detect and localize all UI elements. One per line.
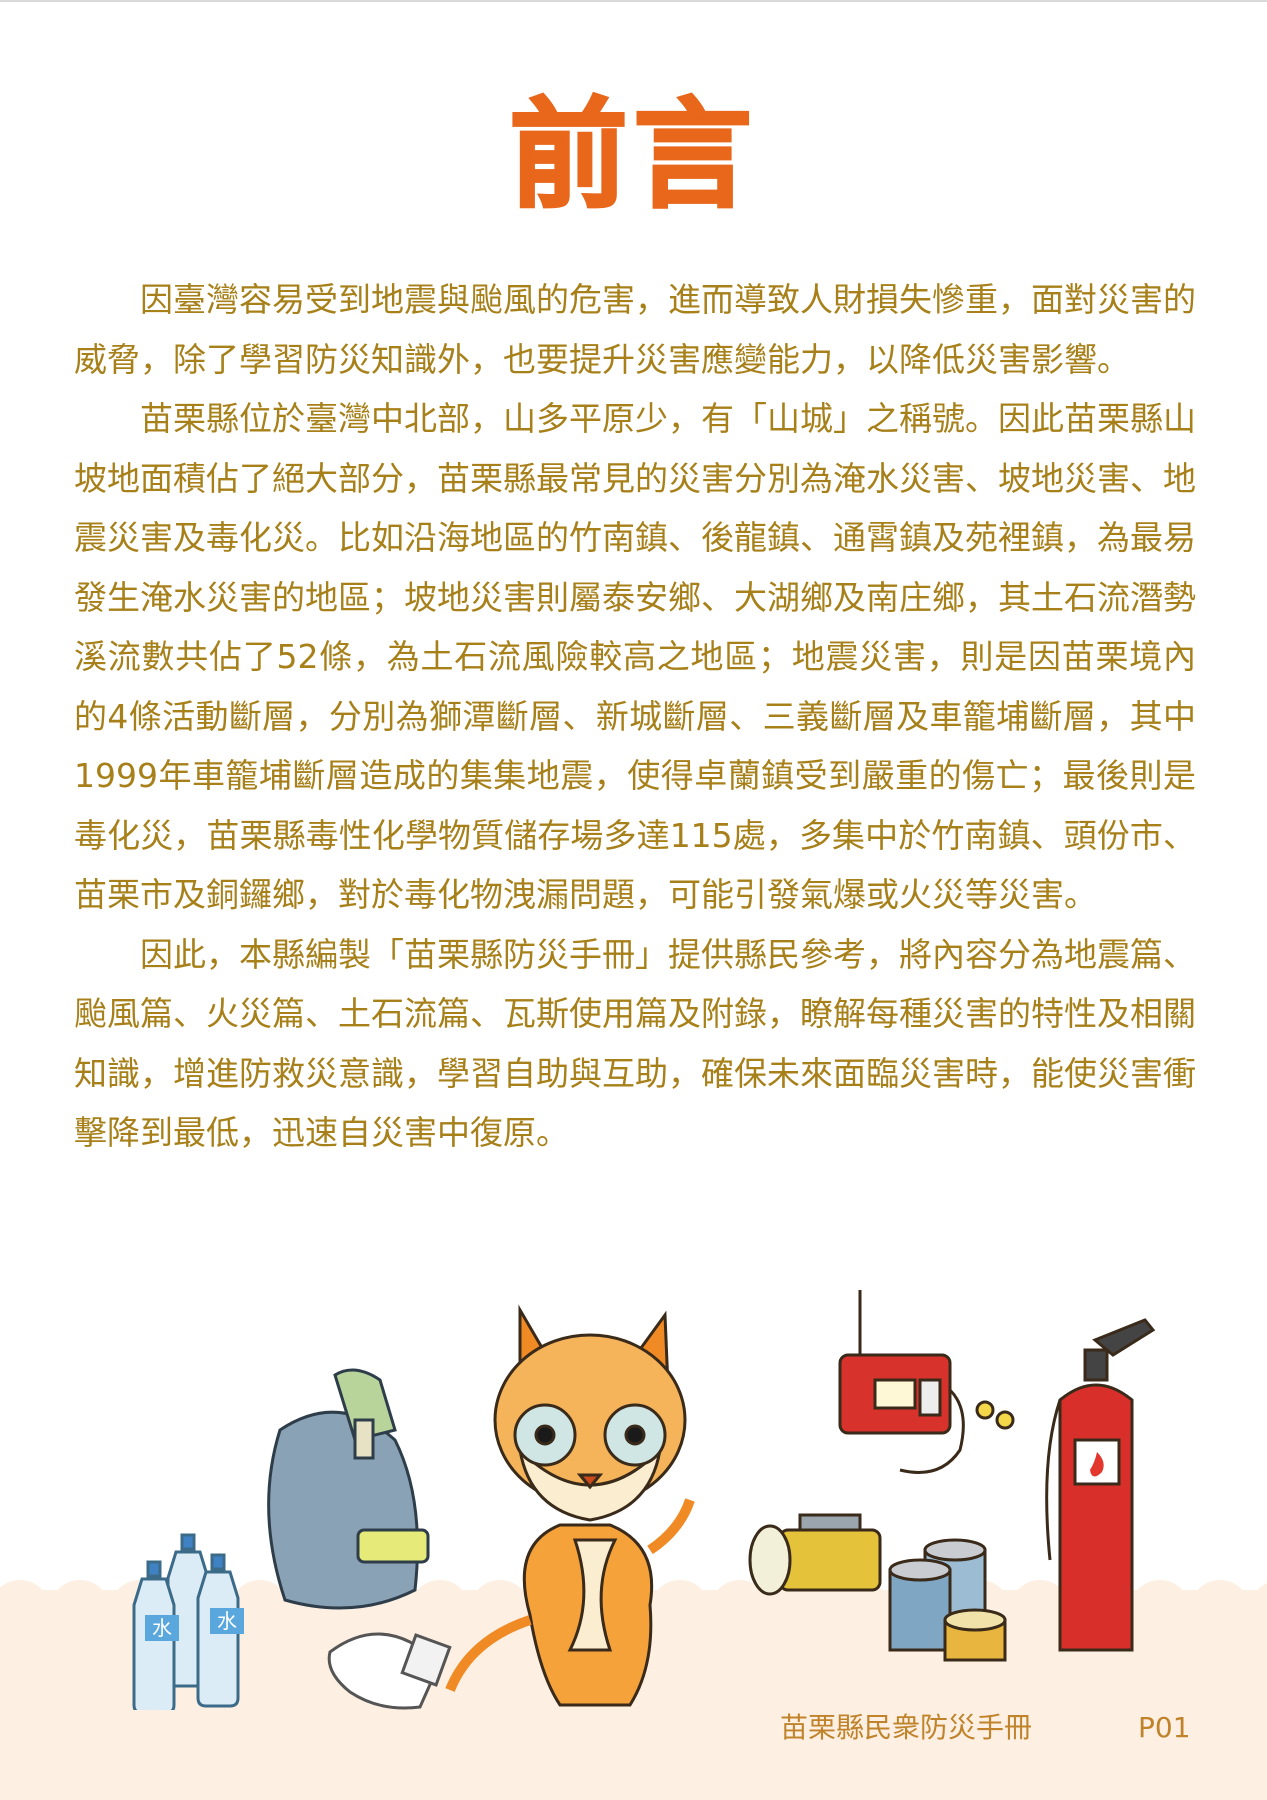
water-label: 水 bbox=[152, 1616, 172, 1640]
water-label: 水 bbox=[217, 1609, 237, 1633]
page-number: P01 bbox=[1138, 1711, 1191, 1744]
canned-food-icon bbox=[888, 1538, 1007, 1662]
fire-extinguisher-icon bbox=[1045, 1318, 1156, 1652]
footer-title: 苗栗縣民衆防災手冊 bbox=[780, 1711, 1033, 1744]
page-title: 前言 bbox=[508, 85, 758, 226]
cat-mascot-icon bbox=[445, 1304, 695, 1707]
paragraph-2: 苗栗縣位於臺灣中北部，山多平原少，有「山城」之稱號。因此苗栗縣山坡地面積佔了絕大… bbox=[74, 399, 1196, 914]
body-text: 因臺灣容易受到地震與颱風的危害，進而導致人財損失慘重，面對災害的威脅，除了學習防… bbox=[74, 270, 1196, 1163]
paragraph-3: 因此，本縣編製「苗栗縣防災手冊」提供縣民參考，將內容分為地震篇、颱風篇、火災篇、… bbox=[74, 934, 1196, 1153]
radio-icon bbox=[838, 1290, 1015, 1474]
backpack-icon bbox=[267, 1368, 430, 1610]
gloves-icon bbox=[327, 1632, 452, 1710]
paragraph-1: 因臺灣容易受到地震與颱風的危害，進而導致人財損失慘重，面對災害的威脅，除了學習防… bbox=[74, 280, 1196, 379]
flashlight-icon bbox=[748, 1513, 882, 1596]
top-rule bbox=[0, 0, 1267, 2]
emergency-kit-illustration: 水 水 bbox=[132, 1290, 1156, 1710]
